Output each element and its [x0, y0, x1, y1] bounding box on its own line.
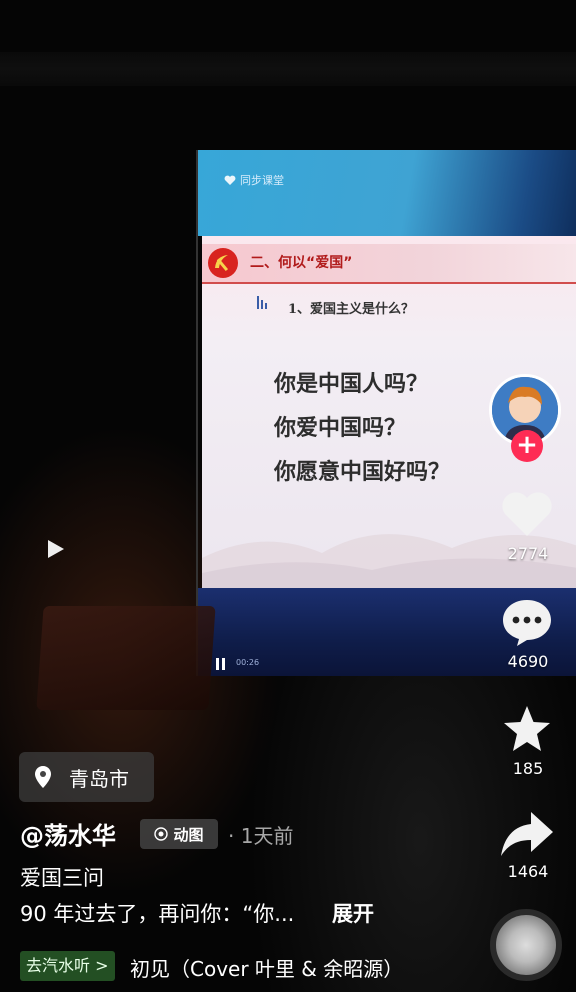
location-chip[interactable]: 青岛市 [19, 752, 154, 802]
like-count: 2774 [507, 544, 549, 563]
author-username[interactable]: @荡水华 [20, 816, 116, 851]
share-count: 1464 [507, 862, 549, 881]
caption-body: 90 年过去了，再问你：“你... [20, 902, 295, 926]
heart-icon[interactable] [499, 488, 555, 540]
pause-icon [216, 658, 225, 670]
slide-title: 二、何以“爱国” [250, 255, 353, 271]
music-disc[interactable] [490, 909, 562, 981]
screen-header: 同步课堂 [198, 150, 576, 236]
post-time: · 1天前 [228, 824, 294, 848]
video-time: 00:26 [236, 658, 260, 667]
app-logo-text: 同步课堂 [240, 174, 284, 187]
slide-title-bar: 二、何以“爱国” [202, 244, 576, 284]
question-2: 你爱中国吗？ [274, 415, 407, 441]
laptop-in-photo [36, 606, 216, 710]
expand-button[interactable]: 展开 [332, 898, 374, 928]
background-ceiling [0, 52, 576, 86]
comment-count: 4690 [507, 652, 549, 671]
question-list: 你是中国人吗？ 你爱中国吗？ 你愿意中国好吗？ [274, 362, 450, 494]
comment-icon[interactable] [499, 596, 555, 648]
gif-badge-label: 动图 [173, 825, 204, 844]
app-logo: 同步课堂 [224, 172, 284, 188]
music-title[interactable]: 初见（Cover 叶里 & 余昭源） [130, 953, 403, 982]
caption-title: 爱国三问 [20, 866, 104, 890]
follow-button[interactable]: + [511, 430, 543, 462]
share-icon[interactable] [499, 808, 555, 860]
question-3: 你愿意中国好吗？ [274, 459, 451, 485]
slide-subheading: 1、爱国主义是什么？ [288, 302, 415, 317]
gif-icon [154, 827, 169, 841]
play-icon[interactable] [44, 538, 66, 560]
bars-icon [257, 296, 267, 309]
star-icon[interactable] [499, 704, 555, 756]
question-1: 你是中国人吗？ [274, 371, 429, 397]
heart-logo-icon [224, 175, 236, 185]
music-app-tag[interactable]: 去汽水听 > [20, 951, 115, 981]
favorite-count: 185 [512, 759, 544, 778]
location-pin-icon [35, 766, 51, 788]
location-text: 青岛市 [69, 766, 129, 791]
gif-badge: 动图 [140, 819, 218, 849]
hammer-sickle-icon [208, 248, 238, 278]
